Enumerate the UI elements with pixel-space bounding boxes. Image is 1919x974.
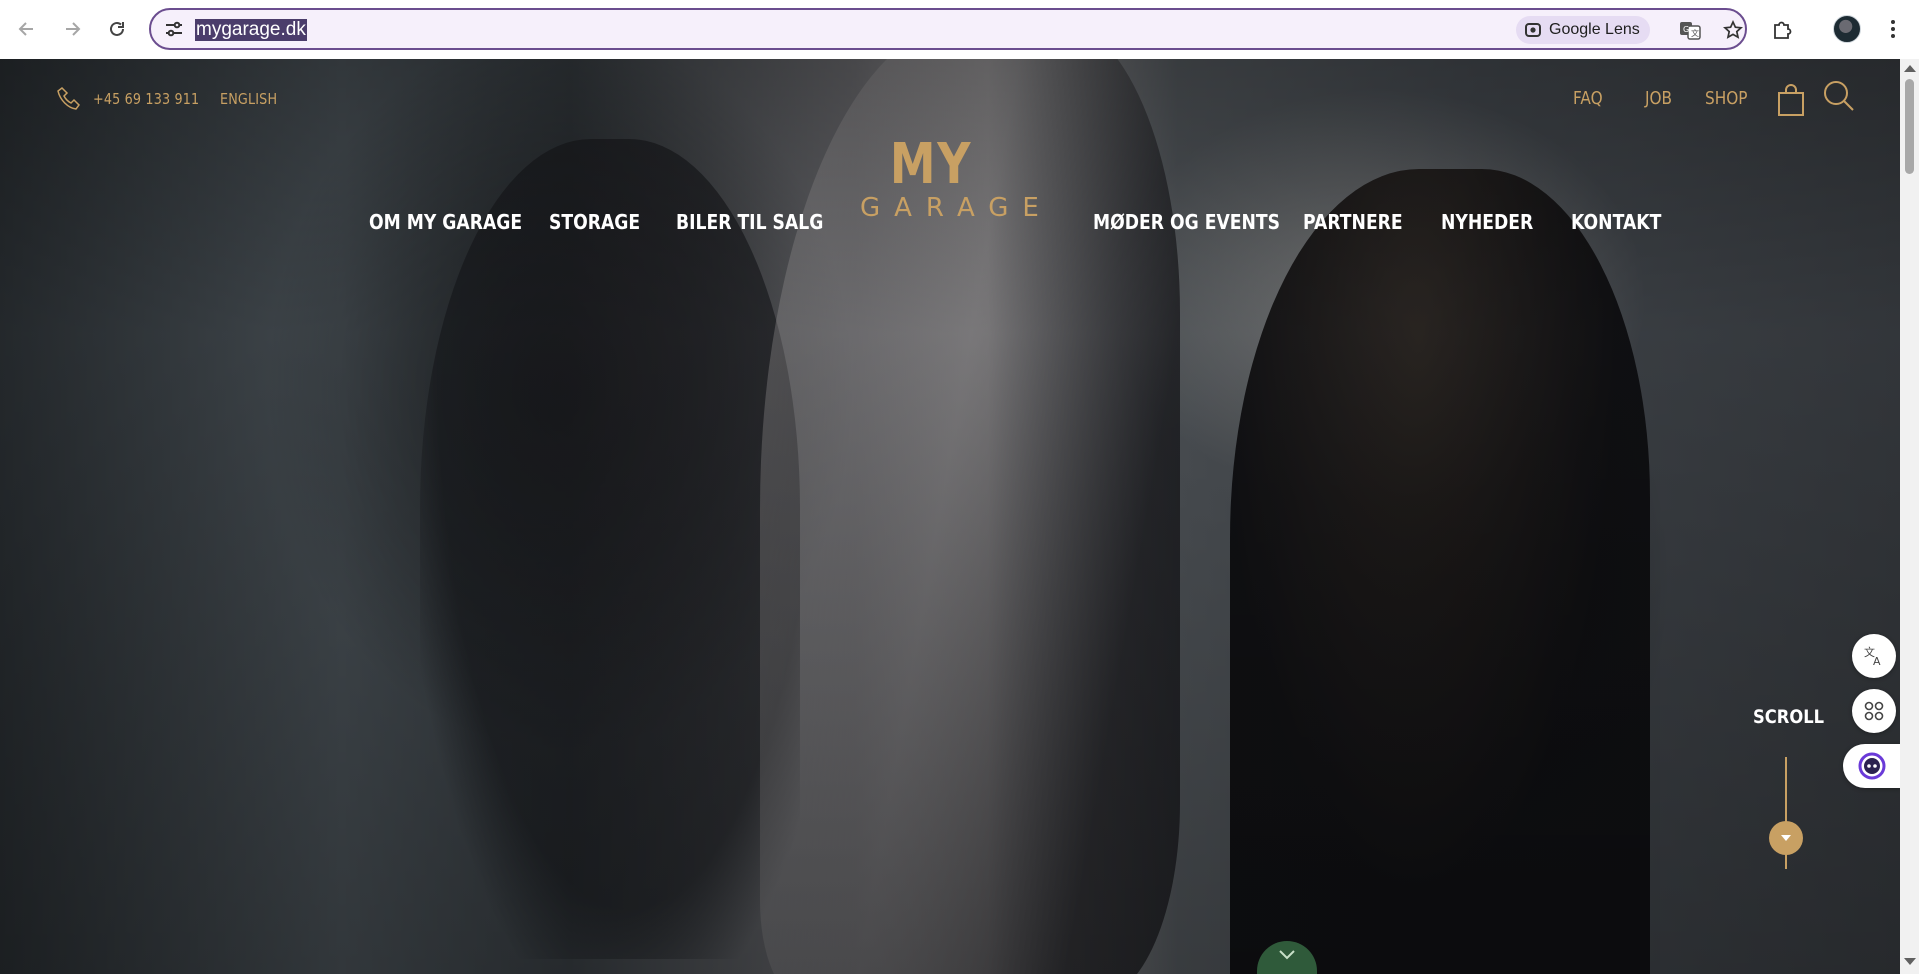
phone-icon[interactable]	[55, 85, 83, 113]
nav-biler-til-salg[interactable]: BILER TIL SALG	[676, 210, 823, 234]
browser-toolbar: mygarage.dk Google Lens G文	[0, 0, 1919, 60]
svg-text:G: G	[1683, 25, 1689, 34]
svg-text:文: 文	[1691, 28, 1699, 38]
job-link[interactable]: JOB	[1645, 88, 1672, 109]
svg-text:A: A	[1873, 655, 1881, 667]
translate-icon: 文A	[1864, 645, 1881, 667]
translate-page-button[interactable]: G文	[1677, 18, 1703, 42]
search-icon[interactable]	[1822, 79, 1856, 113]
page-viewport: +45 69 133 911 ENGLISH FAQ JOB SHOP MY G…	[0, 59, 1900, 974]
reload-icon	[110, 21, 124, 36]
arrow-right-icon	[66, 22, 81, 36]
language-link[interactable]: ENGLISH	[220, 90, 277, 108]
phone-number-link[interactable]: +45 69 133 911	[93, 90, 199, 108]
scroll-label: SCROLL	[1753, 706, 1825, 728]
avatar	[1833, 15, 1861, 43]
google-lens-label: Google Lens	[1549, 21, 1640, 38]
back-button[interactable]	[10, 12, 44, 46]
scrollbar-thumb[interactable]	[1905, 79, 1914, 174]
reload-button[interactable]	[100, 12, 134, 46]
caret-down-icon	[1781, 835, 1791, 841]
google-lens-icon	[1525, 23, 1541, 37]
nav-nyheder[interactable]: NYHEDER	[1441, 210, 1533, 234]
apps-widget[interactable]	[1852, 689, 1896, 733]
chevron-down-icon	[1279, 950, 1295, 960]
assistant-icon	[1858, 752, 1885, 780]
arrow-left-icon	[18, 22, 33, 36]
scroll-down-arrow[interactable]	[1904, 958, 1916, 965]
translate-icon: G文	[1680, 22, 1701, 40]
assistant-widget[interactable]	[1843, 744, 1900, 788]
site-logo[interactable]: MY GARAGE	[846, 132, 1053, 224]
nav-partnere[interactable]: PARTNERE	[1303, 210, 1403, 234]
kebab-menu-icon	[1891, 20, 1895, 38]
nav-kontakt[interactable]: KONTAKT	[1571, 210, 1661, 234]
address-bar[interactable]: mygarage.dk Google Lens G文	[149, 8, 1747, 50]
logo-line-1: MY	[889, 132, 973, 197]
logo-line-2: GARAGE	[860, 193, 1053, 223]
scroll-down-button[interactable]	[1769, 821, 1803, 855]
nav-moder-og-events[interactable]: MØDER OG EVENTS	[1093, 210, 1280, 234]
star-icon	[1723, 20, 1743, 39]
nav-storage[interactable]: STORAGE	[549, 210, 640, 234]
url-text[interactable]: mygarage.dk	[195, 19, 307, 41]
nav-om-my-garage[interactable]: OM MY GARAGE	[369, 210, 522, 234]
extensions-button[interactable]	[1765, 12, 1799, 46]
contact-bar: +45 69 133 911 ENGLISH	[55, 85, 287, 113]
translate-widget[interactable]: 文A	[1852, 634, 1896, 678]
puzzle-icon	[1774, 21, 1792, 39]
profile-button[interactable]	[1830, 12, 1864, 46]
browser-menu-button[interactable]	[1876, 12, 1910, 46]
utility-nav: FAQ JOB SHOP	[1560, 79, 1900, 119]
bookmark-button[interactable]	[1720, 18, 1746, 42]
page-scrollbar[interactable]	[1900, 59, 1919, 974]
google-lens-chip[interactable]: Google Lens	[1516, 16, 1650, 44]
apps-grid-icon	[1864, 701, 1884, 721]
forward-button[interactable]	[55, 12, 89, 46]
tune-icon	[166, 21, 182, 37]
shop-link[interactable]: SHOP	[1705, 88, 1747, 109]
faq-link[interactable]: FAQ	[1573, 88, 1603, 109]
shopping-bag-icon[interactable]	[1776, 83, 1806, 117]
scroll-up-arrow[interactable]	[1904, 65, 1916, 72]
site-info-button[interactable]	[161, 18, 187, 40]
